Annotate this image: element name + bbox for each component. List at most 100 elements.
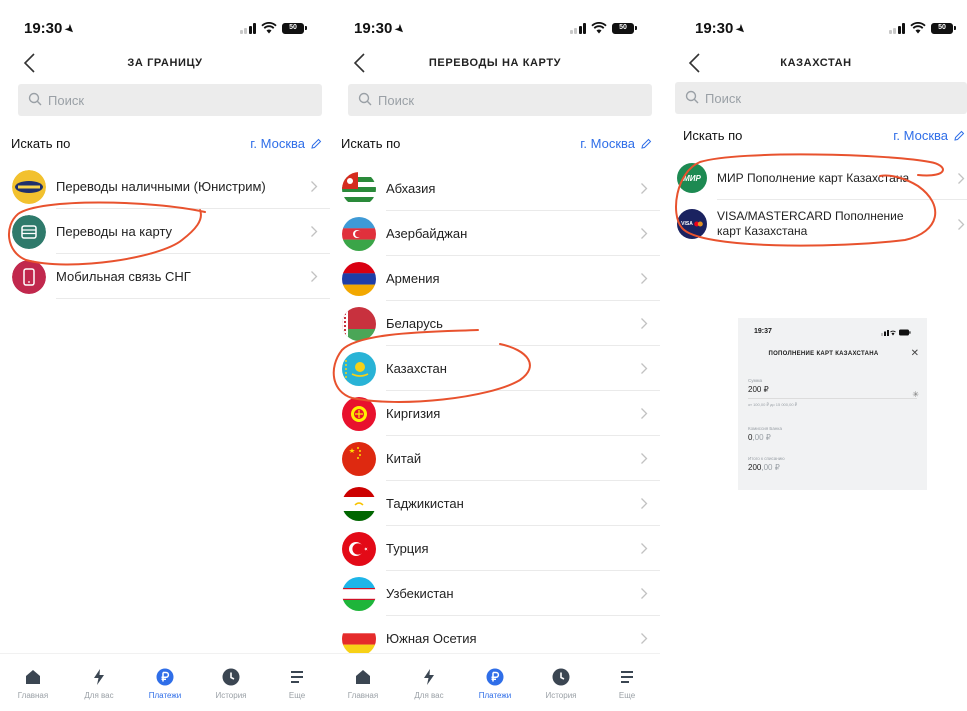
list-item-uzbekistan[interactable]: Узбекистан <box>330 571 660 616</box>
list-item-armenia[interactable]: Армения <box>330 256 660 301</box>
filter-label: Искать по <box>341 136 401 151</box>
lightning-icon <box>424 669 434 685</box>
flag-turkey-icon <box>342 531 376 566</box>
chevron-right-icon <box>958 219 965 230</box>
search-bar[interactable] <box>18 84 322 116</box>
search-icon <box>28 92 42 106</box>
list-item-china[interactable]: Китай <box>330 436 660 481</box>
wifi-icon <box>591 22 607 34</box>
ruble-icon <box>156 668 174 686</box>
tab-history[interactable]: История <box>198 654 264 711</box>
menu-icon <box>291 671 303 683</box>
card-icon <box>12 214 46 249</box>
page-title: ПЕРЕВОДЫ НА КАРТУ <box>428 57 562 69</box>
battery-icon: 50 <box>931 22 956 34</box>
list-item-turkey[interactable]: Турция <box>330 526 660 571</box>
city-selector[interactable]: г. Москва <box>893 128 965 143</box>
total-value: 200,00 ₽ <box>748 463 780 472</box>
search-icon <box>685 90 699 104</box>
status-bar: 19:30➤ 50 <box>665 20 967 40</box>
search-bar[interactable] <box>675 82 967 114</box>
chevron-right-icon <box>311 181 318 192</box>
chevron-right-icon <box>641 183 648 194</box>
pencil-icon <box>954 130 965 141</box>
list-item-mobile-cis[interactable]: Мобильная связь СНГ <box>0 254 330 299</box>
mir-icon: МИР <box>677 163 707 193</box>
flag-abkhazia-icon <box>342 171 376 206</box>
list-item-tajikistan[interactable]: Таджикистан <box>330 481 660 526</box>
amount-hint: от 100,00 ₽ до 15 000,00 ₽ <box>748 402 798 407</box>
signal-icon <box>888 22 905 34</box>
chevron-right-icon <box>641 273 648 284</box>
list-item-card-transfer[interactable]: Переводы на карту <box>0 209 330 254</box>
search-input[interactable] <box>48 84 292 116</box>
list-item-kyrgyzstan[interactable]: Киргизия <box>330 391 660 436</box>
flag-south-ossetia-icon <box>342 621 376 656</box>
clear-icon[interactable]: ✳ <box>912 390 919 399</box>
wifi-icon <box>261 22 277 34</box>
tab-more[interactable]: Еще <box>594 654 660 711</box>
tab-payments[interactable]: Платежи <box>462 654 528 711</box>
status-time: 19:30➤ <box>24 20 79 38</box>
amount-value[interactable]: 200 ₽ <box>748 385 917 394</box>
mini-title: ПОПОЛНЕНИЕ КАРТ КАЗАХСТАНА <box>768 351 879 357</box>
clock-icon <box>552 668 570 686</box>
status-bar: 19:30➤ 50 <box>0 20 330 40</box>
flag-uzbekistan-icon <box>342 576 376 611</box>
list-item-visa-mastercard-topup[interactable]: VISA VISA/MASTERCARD Пополнение карт Каз… <box>665 200 967 248</box>
search-icon <box>358 92 372 106</box>
chevron-right-icon <box>641 363 648 374</box>
tab-home[interactable]: Главная <box>330 654 396 711</box>
unistream-icon <box>12 169 46 204</box>
menu-icon <box>621 671 633 683</box>
clock-icon <box>222 668 240 686</box>
tab-home[interactable]: Главная <box>0 654 66 711</box>
screen-abroad: 19:30➤ 50 ЗА ГРАНИЦУ Искать по г. Москва… <box>0 0 330 711</box>
list-item-cash-transfer[interactable]: Переводы наличными (Юнистрим) <box>0 164 330 209</box>
close-icon[interactable]: ✕ <box>911 348 919 359</box>
tab-bar: Главная Для вас Платежи История Еще <box>0 653 330 711</box>
chevron-right-icon <box>641 588 648 599</box>
mini-status-time: 19:37 <box>754 328 772 335</box>
battery-icon: 50 <box>282 22 307 34</box>
search-input[interactable] <box>705 82 939 114</box>
flag-belarus-icon <box>342 306 376 341</box>
location-arrow-icon: ➤ <box>391 20 409 38</box>
amount-label: Сумма <box>748 378 763 383</box>
status-bar: 19:30➤ 50 <box>330 20 660 40</box>
filter-label: Искать по <box>683 128 743 143</box>
tab-history[interactable]: История <box>528 654 594 711</box>
list-item-belarus[interactable]: Беларусь <box>330 301 660 346</box>
list-item-azerbaijan[interactable]: Азербайджан <box>330 211 660 256</box>
battery-icon: 50 <box>612 22 637 34</box>
search-input[interactable] <box>378 84 622 116</box>
list-item-kazakhstan[interactable]: Казахстан <box>330 346 660 391</box>
lightning-icon <box>94 669 104 685</box>
chevron-right-icon <box>641 453 648 464</box>
status-time: 19:30➤ <box>695 20 750 38</box>
tab-payments[interactable]: Платежи <box>132 654 198 711</box>
page-title: ЗА ГРАНИЦУ <box>127 57 203 69</box>
tab-more[interactable]: Еще <box>264 654 330 711</box>
tab-for-you[interactable]: Для вас <box>396 654 462 711</box>
screen-card-transfers: 19:30➤ 50 ПЕРЕВОДЫ НА КАРТУ Искать по г.… <box>330 0 660 711</box>
chevron-right-icon <box>641 633 648 644</box>
page-title: КАЗАХСТАН <box>780 57 852 69</box>
chevron-right-icon <box>311 271 318 282</box>
city-selector[interactable]: г. Москва <box>580 136 652 151</box>
embedded-screenshot-topup: 19:37 ПОПОЛНЕНИЕ КАРТ КАЗАХСТАНА ✕ Сумма… <box>738 318 927 490</box>
signal-icon <box>569 22 586 34</box>
phone-icon <box>12 259 46 294</box>
chevron-right-icon <box>641 228 648 239</box>
chevron-right-icon <box>641 543 648 554</box>
tab-for-you[interactable]: Для вас <box>66 654 132 711</box>
status-time: 19:30➤ <box>354 20 409 38</box>
city-selector[interactable]: г. Москва <box>250 136 322 151</box>
location-arrow-icon: ➤ <box>61 20 79 38</box>
list-item-abkhazia[interactable]: Абхазия <box>330 166 660 211</box>
chevron-right-icon <box>641 318 648 329</box>
search-bar[interactable] <box>348 84 652 116</box>
total-label: Итого к списанию <box>748 456 785 461</box>
list-item-mir-topup[interactable]: МИР МИР Пополнение карт Казахстана <box>665 156 967 200</box>
pencil-icon <box>311 138 322 149</box>
